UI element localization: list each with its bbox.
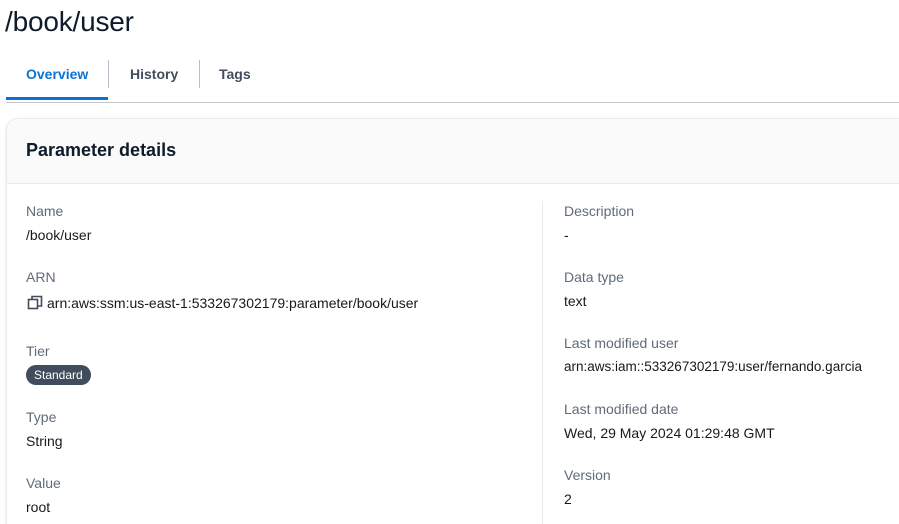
version-value: 2 (564, 491, 572, 507)
value-label: Value (26, 475, 61, 491)
value-field: Value root (26, 473, 61, 517)
name-value: /book/user (26, 227, 92, 243)
tab-bar: Overview History Tags (6, 56, 899, 103)
tier-field: Tier Standard (26, 341, 91, 385)
panel-header: Parameter details (7, 119, 899, 184)
tab-divider (199, 60, 200, 88)
last-modified-date-label: Last modified date (564, 401, 679, 417)
value-value: root (26, 499, 51, 515)
last-modified-user-field: Last modified user arn:aws:iam::53326730… (564, 333, 862, 377)
name-label: Name (26, 203, 64, 219)
parameter-page: /book/user Overview History Tags Paramet… (0, 0, 899, 524)
description-value: - (564, 227, 569, 243)
column-divider (542, 201, 543, 524)
last-modified-date-value: Wed, 29 May 2024 01:29:48 GMT (564, 425, 775, 441)
tab-divider (108, 60, 109, 88)
last-modified-user-value: arn:aws:iam::533267302179:user/fernando.… (564, 359, 862, 374)
name-field: Name /book/user (26, 201, 91, 245)
last-modified-user-label: Last modified user (564, 335, 679, 351)
tier-badge: Standard (26, 365, 91, 385)
tier-label: Tier (26, 343, 50, 359)
version-label: Version (564, 467, 611, 483)
version-field: Version 2 (564, 465, 611, 509)
data-type-field: Data type text (564, 267, 624, 311)
type-field: Type String (26, 407, 63, 451)
arn-field: ARN arn:aws:ssm:us-east-1:533267302179:p… (26, 267, 418, 313)
data-type-label: Data type (564, 269, 624, 285)
tab-overview[interactable]: Overview (6, 56, 108, 100)
copy-icon[interactable] (27, 295, 43, 311)
tab-history[interactable]: History (130, 56, 178, 100)
description-label: Description (564, 203, 635, 219)
tab-tags[interactable]: Tags (219, 56, 251, 100)
panel-title: Parameter details (26, 140, 177, 160)
parameter-details-panel: Parameter details Name /book/user ARN ar… (6, 118, 899, 524)
last-modified-date-field: Last modified date Wed, 29 May 2024 01:2… (564, 399, 775, 443)
type-label: Type (26, 409, 57, 425)
description-field: Description - (564, 201, 634, 245)
arn-value: arn:aws:ssm:us-east-1:533267302179:param… (47, 295, 419, 311)
page-title: /book/user (5, 6, 134, 37)
type-value: String (26, 433, 63, 449)
arn-label: ARN (26, 269, 56, 285)
data-type-value: text (564, 293, 587, 309)
arn-row: arn:aws:ssm:us-east-1:533267302179:param… (26, 293, 418, 313)
